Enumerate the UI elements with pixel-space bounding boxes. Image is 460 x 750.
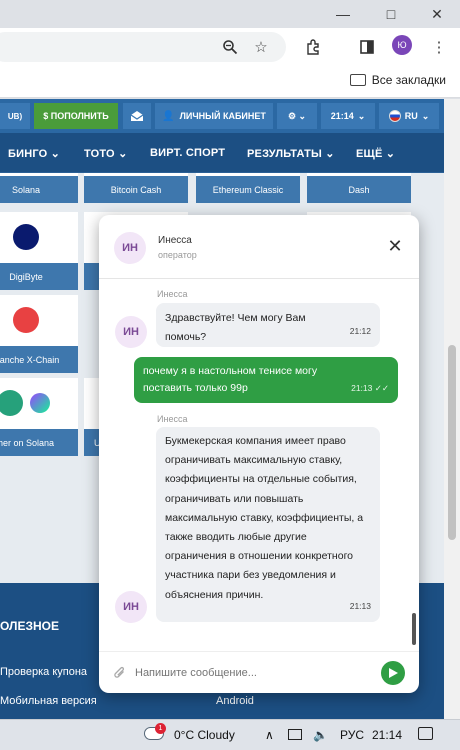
nav-results[interactable]: РЕЗУЛЬТАТЫ ⌄	[247, 147, 335, 160]
folder-icon	[349, 74, 366, 86]
message-author: Инесса	[157, 289, 188, 299]
message-time-read: 21:13 ✓✓	[351, 383, 389, 393]
site-time: 21:14	[330, 111, 354, 121]
maximize-button[interactable]: □	[368, 0, 414, 28]
message-time: 21:13	[349, 600, 371, 611]
bookmarks-bar: Все закладки	[0, 64, 460, 98]
address-bar[interactable]	[0, 32, 286, 62]
close-chat-icon[interactable]: ✕	[387, 237, 403, 255]
extensions-icon[interactable]	[302, 36, 324, 58]
coin-label: Solana	[0, 176, 78, 203]
network-icon[interactable]	[288, 729, 302, 740]
weather-text[interactable]: 0°C Cloudy	[174, 728, 235, 742]
nav-toto[interactable]: ТОТО ⌄	[84, 147, 128, 160]
nav-bingo[interactable]: БИНГО ⌄	[8, 147, 60, 160]
chevron-down-icon: ⌄	[421, 110, 430, 121]
message-text: почему я в настольном тенисе могу постав…	[143, 365, 318, 394]
footer-section-title: ОЛЕЗНОЕ	[0, 619, 59, 633]
message-time: 21:12	[349, 325, 371, 336]
bookmark-star-icon[interactable]: ☆	[250, 36, 272, 58]
all-bookmarks-label: Все закладки	[371, 73, 446, 87]
time-dropdown[interactable]: 21:14 ⌄	[321, 103, 375, 129]
russia-flag-icon	[388, 110, 401, 122]
coin-tile[interactable]: her on Solana	[0, 378, 78, 456]
tether-icon	[0, 390, 23, 416]
android-link[interactable]: Android	[216, 695, 254, 707]
coin-tile[interactable]: Dash	[307, 173, 411, 203]
operator-role: оператор	[158, 250, 197, 260]
chat-message-incoming: Здравствуйте! Чем могу Вам помочь? 21:12	[156, 303, 380, 347]
minimize-button[interactable]: —	[320, 0, 366, 28]
coin-label: alanche X-Chain	[0, 346, 78, 373]
coin-label: Ethereum Classic	[196, 176, 300, 203]
tray-chevron-up-icon[interactable]: ∧	[265, 728, 274, 742]
input-language[interactable]: РУС	[340, 728, 364, 742]
operator-avatar: ИН	[115, 316, 147, 348]
chat-message-incoming: Букмекерская компания имеет право ограни…	[156, 427, 380, 622]
chevron-down-icon: ⌄	[357, 110, 366, 121]
all-bookmarks-button[interactable]: Все закладки	[349, 73, 446, 87]
cabinet-label: ЛИЧНЫЙ КАБИНЕТ	[179, 111, 266, 121]
coin-label: DigiByte	[0, 263, 78, 290]
message-author: Инесса	[157, 414, 188, 424]
message-text: Букмекерская компания имеет право ограни…	[165, 435, 364, 601]
chat-input-bar	[99, 651, 419, 693]
main-nav: БИНГО ⌄ ТОТО ⌄ ВИРТ. СПОРТ РЕЗУЛЬТАТЫ ⌄ …	[0, 133, 444, 173]
support-chat-widget: ИН Инесса оператор ✕ Инесса ИН Здравству…	[99, 215, 419, 693]
language-dropdown[interactable]: RU ⌄	[379, 103, 439, 129]
profile-avatar[interactable]: Ю	[392, 35, 412, 55]
coin-label: Dash	[307, 176, 411, 203]
settings-gear-icon[interactable]: ⚙ ⌄	[277, 103, 317, 129]
balance-button[interactable]: UB)	[0, 103, 30, 129]
mobile-version-link[interactable]: Мобильная версия	[0, 695, 97, 707]
operator-avatar: ИН	[114, 232, 146, 264]
coin-tile[interactable]: Solana	[0, 173, 78, 203]
site-topbar: UB) $ ПОПОЛНИТЬ 👤 ЛИЧНЫЙ КАБИНЕТ ⚙ ⌄ 21:…	[0, 99, 444, 133]
chat-header: ИН Инесса оператор ✕	[99, 215, 419, 279]
solana-icon	[30, 393, 50, 413]
message-text: Здравствуйте! Чем могу Вам помочь?	[165, 312, 306, 344]
attachment-clip-icon[interactable]	[113, 666, 127, 683]
nav-more[interactable]: ЕЩЁ ⌄	[356, 147, 395, 160]
chat-scroll-thumb[interactable]	[412, 613, 416, 645]
close-window-button[interactable]: ✕	[414, 0, 460, 28]
coin-tile[interactable]: Ethereum Classic	[196, 173, 300, 203]
user-icon: 👤	[162, 110, 175, 122]
side-panel-icon[interactable]	[356, 36, 378, 58]
coin-tile[interactable]: DigiByte	[0, 212, 78, 290]
deposit-button[interactable]: $ ПОПОЛНИТЬ	[34, 103, 118, 129]
page-scroll-thumb[interactable]	[448, 345, 456, 540]
coin-tile[interactable]: alanche X-Chain	[0, 295, 78, 373]
digibyte-icon	[13, 224, 39, 250]
clock[interactable]: 21:14	[372, 728, 402, 742]
windows-taskbar: 1 0°C Cloudy ∧ 🔈 РУС 21:14	[0, 719, 460, 750]
language-code: RU	[404, 111, 418, 121]
mail-icon[interactable]	[123, 103, 151, 129]
coin-label: her on Solana	[0, 429, 78, 456]
volume-icon[interactable]: 🔈	[313, 728, 328, 742]
operator-name: Инесса	[158, 235, 192, 246]
menu-kebab-icon[interactable]: ⋮	[428, 36, 450, 58]
nav-virtual-sport[interactable]: ВИРТ. СПОРТ	[150, 147, 225, 159]
browser-toolbar: ☆ ⋮	[0, 28, 460, 64]
cabinet-button[interactable]: 👤 ЛИЧНЫЙ КАБИНЕТ	[155, 103, 273, 129]
action-center-icon[interactable]	[418, 727, 433, 740]
check-coupon-link[interactable]: Проверка купона	[0, 666, 87, 678]
zoom-icon[interactable]	[219, 36, 241, 58]
chat-message-outgoing: почему я в настольном тенисе могу постав…	[134, 357, 398, 403]
coin-label: Bitcoin Cash	[84, 176, 188, 203]
coin-tile[interactable]: Bitcoin Cash	[84, 173, 188, 203]
send-icon[interactable]	[381, 661, 405, 685]
operator-avatar: ИН	[115, 591, 147, 623]
notification-badge: 1	[155, 723, 166, 734]
tab-strip: — □ ✕	[0, 0, 460, 28]
message-input[interactable]	[135, 667, 365, 679]
double-check-icon: ✓✓	[374, 383, 389, 393]
avalanche-icon	[13, 307, 39, 333]
